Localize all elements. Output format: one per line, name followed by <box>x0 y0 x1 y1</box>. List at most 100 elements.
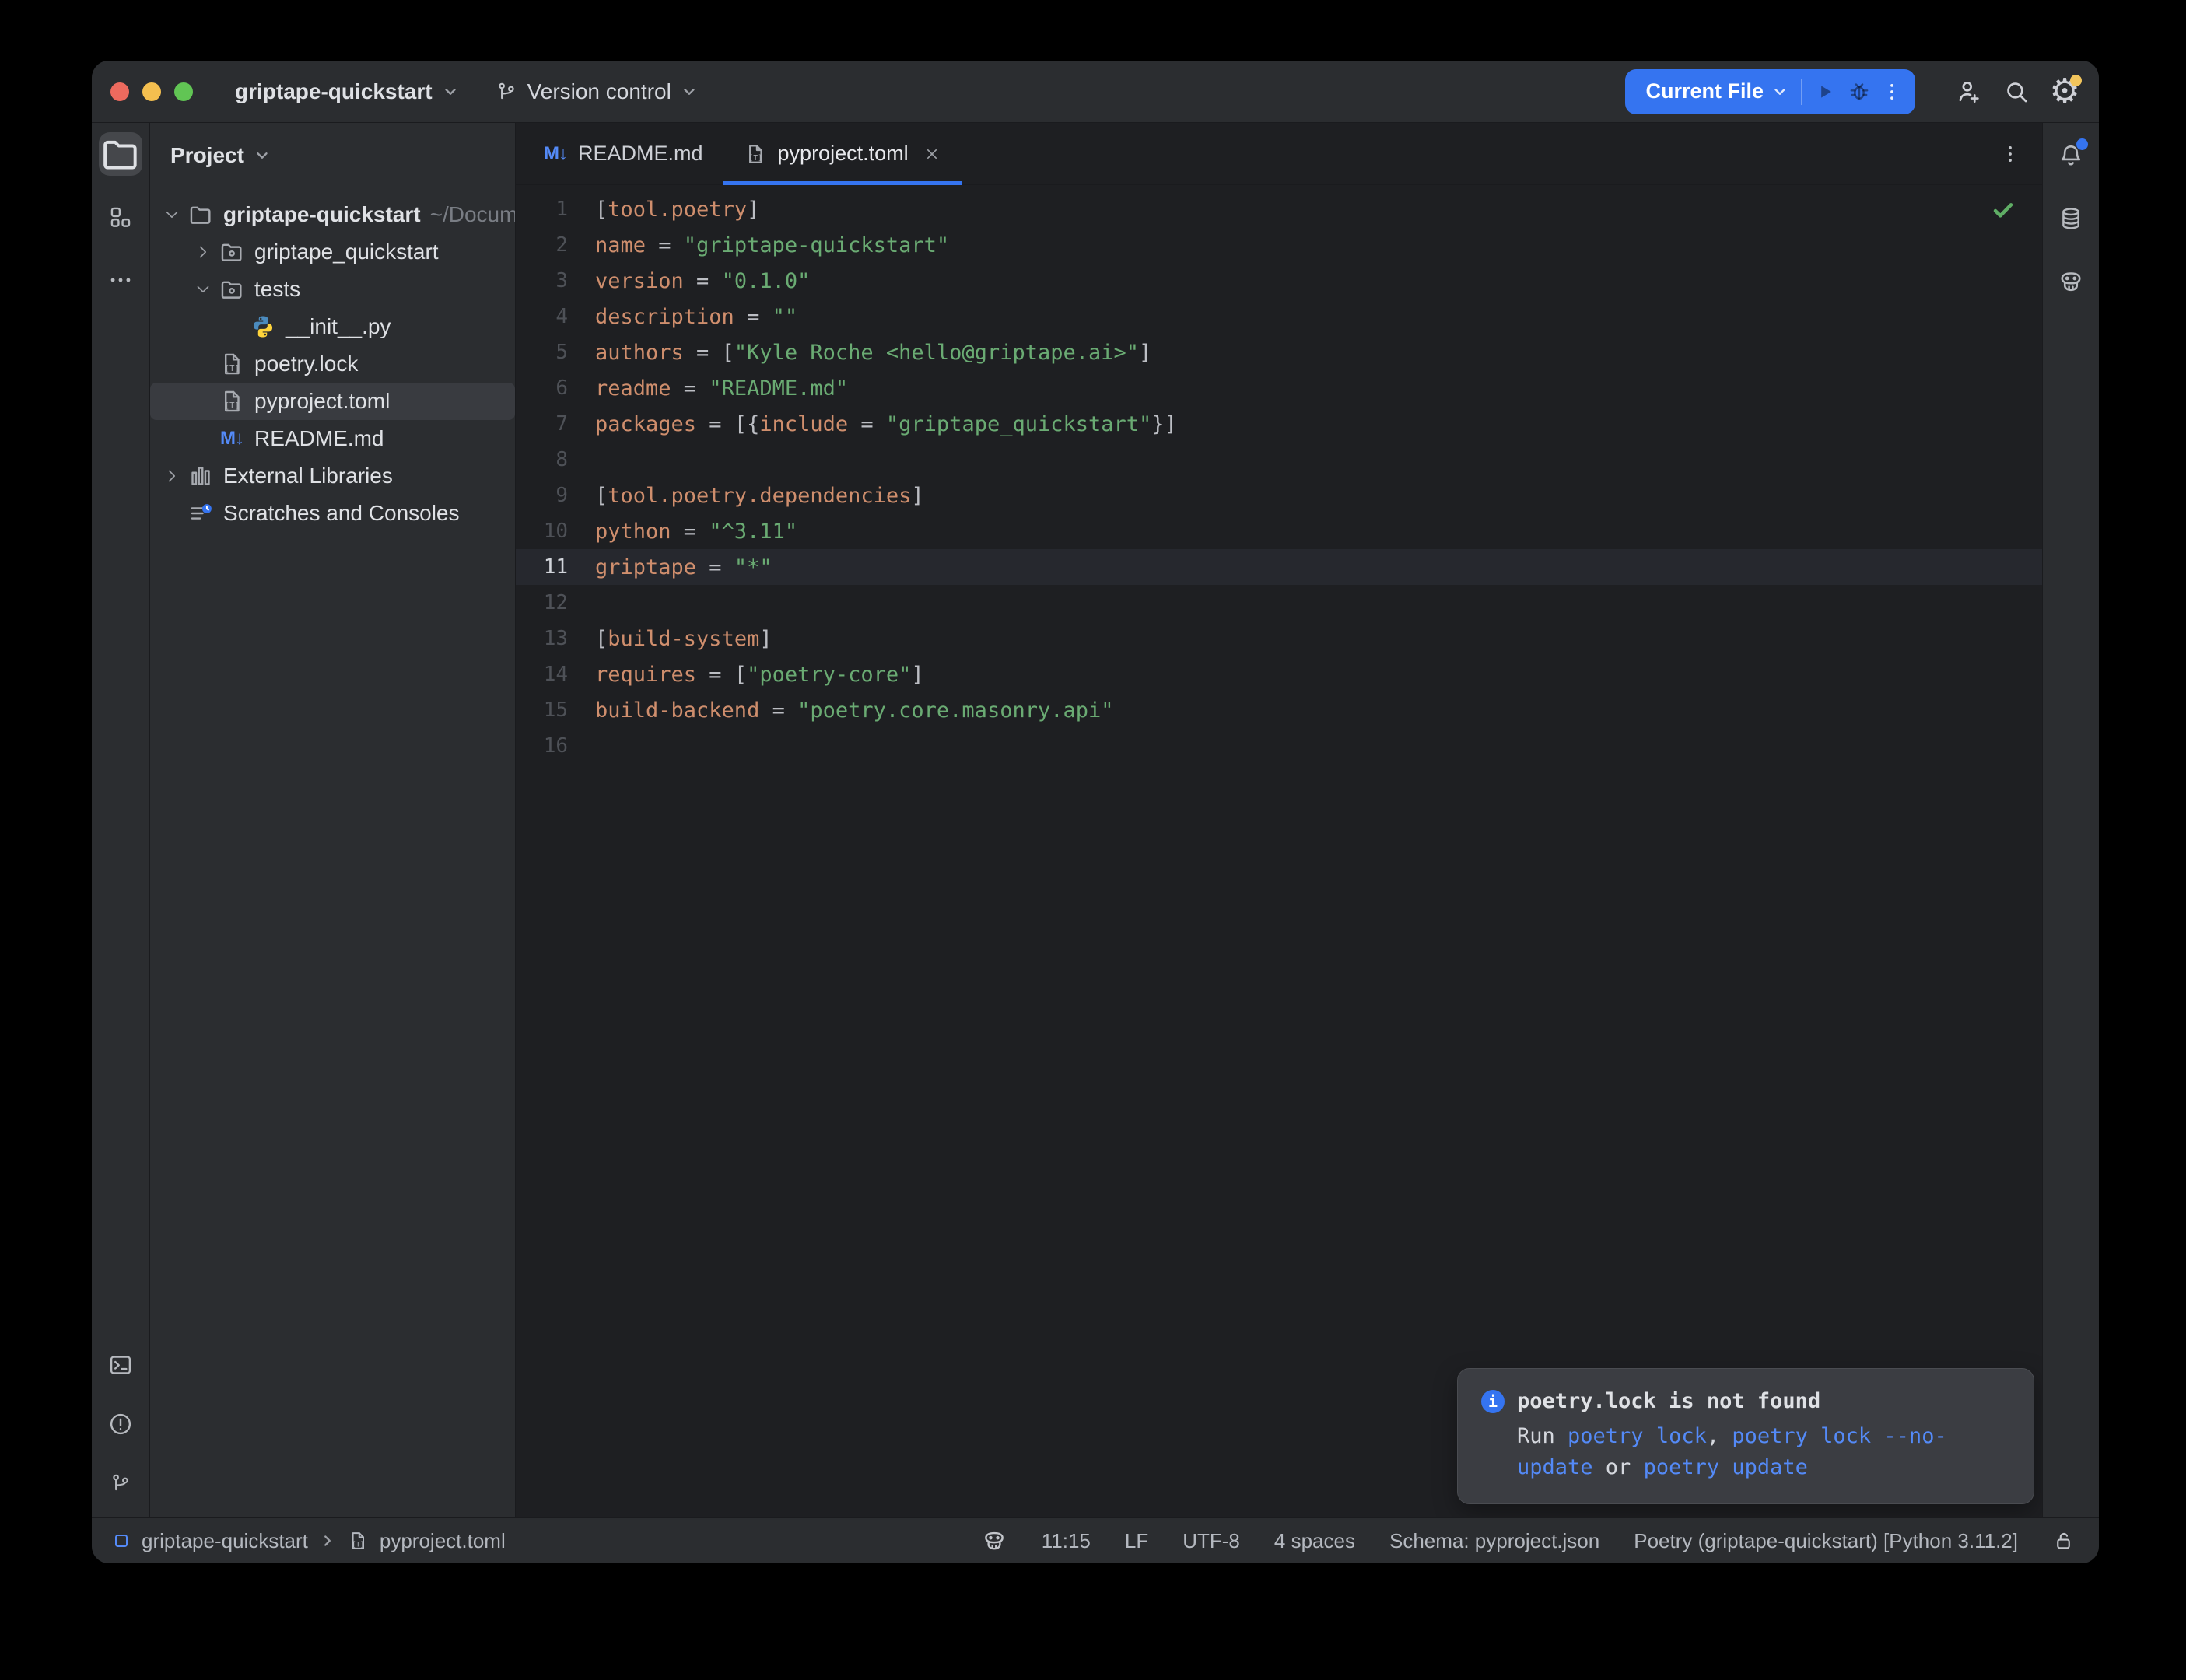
svg-text:[T]: [T] <box>748 154 762 163</box>
folder-src-icon <box>219 276 245 303</box>
lock-open-icon[interactable] <box>2052 1529 2076 1552</box>
code-line-9[interactable]: 9[tool.poetry.dependencies] <box>516 478 2042 513</box>
chevron-down-icon <box>442 83 459 100</box>
tree-item-poetry-lock[interactable]: [T]poetry.lock <box>150 345 515 383</box>
tabs: M↓README.md[T]pyproject.toml <box>524 123 962 184</box>
notification-title: poetry.lock is not found <box>1517 1389 1820 1413</box>
tab-label: README.md <box>578 142 703 166</box>
code-line-1[interactable]: 1 [tool.poetry] <box>516 191 2042 227</box>
line-number: 2 <box>516 233 568 257</box>
python-interpreter[interactable]: Poetry (griptape-quickstart) [Python 3.1… <box>1634 1529 2018 1553</box>
problems-tool-button[interactable] <box>99 1402 142 1446</box>
tree-item-scratches-and-consoles[interactable]: Scratches and Consoles <box>150 495 515 532</box>
line-number: 13 <box>516 627 568 650</box>
project-tool-button[interactable] <box>99 132 142 176</box>
code-line-8[interactable]: 8 <box>516 442 2042 478</box>
tab-options-button[interactable] <box>1999 123 2042 184</box>
caret-position[interactable]: 11:15 <box>1042 1529 1091 1553</box>
tree-item-label: Scratches and Consoles <box>223 501 460 526</box>
code-text: griptape = "*" <box>595 555 772 579</box>
notification-popup: i poetry.lock is not found Run poetry lo… <box>1457 1368 2034 1504</box>
close-window-button[interactable] <box>110 82 129 101</box>
minimize-window-button[interactable] <box>142 82 161 101</box>
tree-item-griptape-quickstart[interactable]: griptape_quickstart <box>150 233 515 271</box>
chevron-down-icon[interactable] <box>187 280 219 299</box>
chevron-right-icon[interactable] <box>187 243 219 261</box>
code-line-16[interactable]: 16 <box>516 728 2042 764</box>
structure-tool-button[interactable] <box>99 195 142 239</box>
code-line-10[interactable]: 10python = "^3.11" <box>516 513 2042 549</box>
notification-text: , <box>1707 1424 1732 1448</box>
tree-item-pyproject-toml[interactable]: [T]pyproject.toml <box>150 383 515 420</box>
vcs-widget[interactable]: Version control <box>495 79 698 104</box>
statusbar-widgets: 11:15 LF UTF-8 4 spaces Schema: pyprojec… <box>981 1528 2076 1554</box>
titlebar: griptape-quickstart Version control Curr… <box>92 61 2099 123</box>
line-number: 4 <box>516 305 568 328</box>
settings-button[interactable]: ⚙ <box>2046 73 2083 110</box>
settings-notification-dot <box>2070 75 2082 86</box>
info-icon: i <box>1481 1390 1505 1413</box>
tree-item-readme-md[interactable]: M↓README.md <box>150 420 515 457</box>
line-number: 1 <box>516 198 568 221</box>
indent-style[interactable]: 4 spaces <box>1274 1529 1355 1553</box>
code-line-7[interactable]: 7packages = [{include = "griptape_quicks… <box>516 406 2042 442</box>
tree-item-init-py[interactable]: __init__.py <box>150 308 515 345</box>
file-encoding[interactable]: UTF-8 <box>1182 1529 1240 1553</box>
copilot-tool-button[interactable] <box>2049 260 2093 303</box>
add-user-button[interactable] <box>1950 73 1987 110</box>
git-branch-icon <box>109 1472 132 1495</box>
tree-item-griptape-quickstart[interactable]: griptape-quickstart~/Docume <box>150 196 515 233</box>
notification-link-poetry-update[interactable]: poetry update <box>1644 1455 1808 1479</box>
python-icon <box>250 313 276 340</box>
chevron-down-icon[interactable] <box>1771 83 1788 100</box>
terminal-tool-button[interactable] <box>99 1343 142 1387</box>
code-text: requires = ["poetry-core"] <box>595 663 924 687</box>
schema-selector[interactable]: Schema: pyproject.json <box>1389 1529 1599 1553</box>
notifications-button[interactable] <box>2049 134 2093 177</box>
line-separator[interactable]: LF <box>1125 1529 1148 1553</box>
ide-window: griptape-quickstart Version control Curr… <box>92 61 2099 1563</box>
run-config-selector[interactable]: Current File <box>1645 79 1764 103</box>
code-line-12[interactable]: 12 <box>516 585 2042 621</box>
close-tab-icon[interactable] <box>923 145 941 163</box>
notification-link-poetry-lock[interactable]: poetry lock <box>1568 1424 1707 1448</box>
code-line-11[interactable]: 11griptape = "*" <box>516 549 2042 585</box>
debug-icon[interactable] <box>1842 75 1876 109</box>
search-everywhere-button[interactable] <box>1998 73 2035 110</box>
code-line-4[interactable]: 4description = "" <box>516 299 2042 334</box>
project-selector[interactable]: griptape-quickstart <box>235 79 459 104</box>
more-run-options-icon[interactable] <box>1876 75 1907 109</box>
code-line-14[interactable]: 14requires = ["poetry-core"] <box>516 656 2042 692</box>
code-line-15[interactable]: 15build-backend = "poetry.core.masonry.a… <box>516 692 2042 728</box>
tab-readme-md[interactable]: M↓README.md <box>524 123 723 184</box>
chevron-down-icon <box>254 147 271 164</box>
line-number: 16 <box>516 734 568 758</box>
code-line-13[interactable]: 13[build-system] <box>516 621 2042 656</box>
chevron-right-icon[interactable] <box>156 467 187 485</box>
code-line-6[interactable]: 6readme = "README.md" <box>516 370 2042 406</box>
code-editor[interactable]: 1 [tool.poetry] 2name = "griptape-quicksta… <box>516 185 2042 1517</box>
tree-item-external-libraries[interactable]: External Libraries <box>150 457 515 495</box>
code-text: [tool.poetry] <box>595 198 759 222</box>
project-panel-header[interactable]: Project <box>150 123 515 196</box>
divider <box>1801 79 1802 105</box>
inspection-ok-icon[interactable] <box>1991 198 2016 222</box>
more-tool-windows-button[interactable] <box>99 258 142 302</box>
screen: griptape-quickstart Version control Curr… <box>0 0 2186 1680</box>
tab-pyproject-toml[interactable]: [T]pyproject.toml <box>723 123 962 184</box>
run-icon[interactable] <box>1808 75 1842 109</box>
statusbar: griptape-quickstart [T] pyproject.toml 1… <box>92 1517 2099 1563</box>
breadcrumb-file[interactable]: pyproject.toml <box>380 1529 506 1553</box>
tree-item-label: tests <box>254 277 300 302</box>
vcs-tool-button[interactable] <box>99 1461 142 1505</box>
code-line-5[interactable]: 5authors = ["Kyle Roche <hello@griptape.… <box>516 334 2042 370</box>
code-line-3[interactable]: 3version = "0.1.0" <box>516 263 2042 299</box>
database-tool-button[interactable] <box>2049 197 2093 240</box>
tree-item-label: griptape_quickstart <box>254 240 439 264</box>
code-line-2[interactable]: 2name = "griptape-quickstart" <box>516 227 2042 263</box>
copilot-status-icon[interactable] <box>981 1528 1007 1554</box>
breadcrumb-project[interactable]: griptape-quickstart <box>142 1529 308 1553</box>
zoom-window-button[interactable] <box>174 82 193 101</box>
tree-item-tests[interactable]: tests <box>150 271 515 308</box>
chevron-down-icon[interactable] <box>156 205 187 224</box>
